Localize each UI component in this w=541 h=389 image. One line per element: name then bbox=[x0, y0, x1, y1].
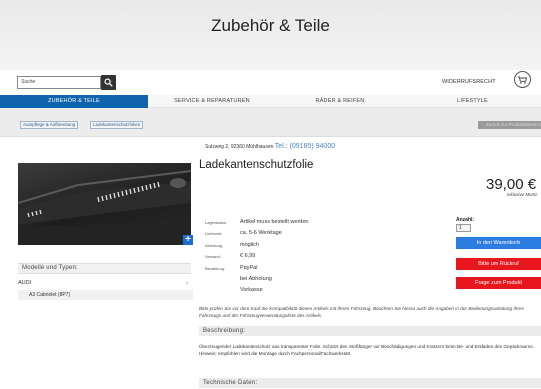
store-phone[interactable]: Tel.: (09185) 94000 bbox=[275, 143, 335, 150]
description-text: Überzeugender Ladekantenschutz aus trans… bbox=[199, 344, 534, 356]
price-tax-note: inklusive MwSt. bbox=[507, 192, 539, 197]
product-image[interactable] bbox=[18, 163, 191, 245]
product-price: 39,00 € bbox=[486, 176, 537, 193]
spec-value-shipping: € 6,99 bbox=[240, 253, 256, 259]
description-header: Beschreibung: bbox=[199, 326, 541, 336]
search-icon bbox=[104, 78, 113, 87]
tech-data-header: Technische Daten: bbox=[199, 378, 541, 388]
back-to-overview-button[interactable]: Zurück zur Produktübersicht bbox=[478, 121, 541, 129]
spec-value-payment-1: PayPal bbox=[240, 265, 258, 271]
spec-key-stock: Lagerstatus: bbox=[205, 220, 228, 225]
quantity-value: 1 bbox=[459, 225, 462, 231]
add-to-cart-button[interactable]: In den Warenkorb bbox=[456, 237, 541, 249]
plus-icon: + bbox=[185, 234, 191, 245]
compatibility-note: Bitte prüfen Sie vor dem Kauf die Kompat… bbox=[199, 306, 524, 318]
product-title: Ladekantenschutzfolie bbox=[199, 159, 314, 171]
product-photo bbox=[18, 170, 191, 245]
search-input[interactable]: Suche bbox=[17, 76, 101, 89]
models-header: Modelle und Typen: bbox=[18, 263, 191, 274]
spec-value-delivery: ca. 5-6 Werktage bbox=[240, 230, 282, 236]
nav-item-lifestyle[interactable]: LIFESTYLE bbox=[404, 95, 541, 108]
callback-button[interactable]: Bitte um Rückruf bbox=[456, 258, 541, 270]
brand-row[interactable]: AUDI bbox=[18, 279, 193, 288]
spec-key-delivery: Lieferzeit: bbox=[205, 231, 223, 236]
nav-item-service[interactable]: SERVICE & REPARATUREN bbox=[148, 95, 276, 108]
quantity-select[interactable]: 1 bbox=[456, 224, 471, 232]
chevron-right-icon: › bbox=[186, 280, 189, 287]
cart-button[interactable] bbox=[514, 71, 531, 88]
spec-key-pickup: Abholung: bbox=[205, 243, 224, 248]
cart-icon bbox=[518, 76, 528, 84]
site-title: Zubehör & Teile bbox=[211, 16, 330, 35]
store-address: Sulzweg 2, 92360 Mühlhausen bbox=[205, 144, 274, 150]
breadcrumb bbox=[0, 108, 541, 137]
store-info: Sulzweg 2, 92360 Mühlhausen Tel.: (09185… bbox=[205, 143, 335, 150]
spec-key-payment: Bezahlung: bbox=[205, 266, 226, 271]
spec-key-shipping: Versand: bbox=[205, 254, 221, 259]
zoom-button[interactable]: + bbox=[183, 235, 193, 245]
spec-value-payment-3: Vorkasse bbox=[240, 287, 263, 293]
quantity-label: Anzahl: bbox=[456, 217, 475, 223]
spec-value-pickup: möglich bbox=[240, 242, 259, 248]
nav-item-raeder[interactable]: RÄDER & REIFEN bbox=[276, 95, 404, 108]
spec-value-payment-2: bei Abholung bbox=[240, 276, 272, 282]
breadcrumb-item-autopflege[interactable]: Autopflege & Aufbereitung bbox=[20, 121, 79, 129]
withdrawal-link[interactable]: WIDERRUFSRECHT bbox=[442, 79, 496, 85]
model-row[interactable]: A3 Cabriolet (8P7) bbox=[18, 290, 193, 300]
nav-item-zubehoer[interactable]: ZUBEHÖR & TEILE bbox=[0, 95, 148, 108]
search-button[interactable] bbox=[101, 75, 116, 90]
product-inquiry-button[interactable]: Frage zum Produkt bbox=[456, 277, 541, 289]
spec-value-stock: Artikel muss bestellt werden bbox=[240, 219, 309, 225]
breadcrumb-item-ladekante[interactable]: Ladekantenschutzfolien bbox=[90, 121, 144, 129]
